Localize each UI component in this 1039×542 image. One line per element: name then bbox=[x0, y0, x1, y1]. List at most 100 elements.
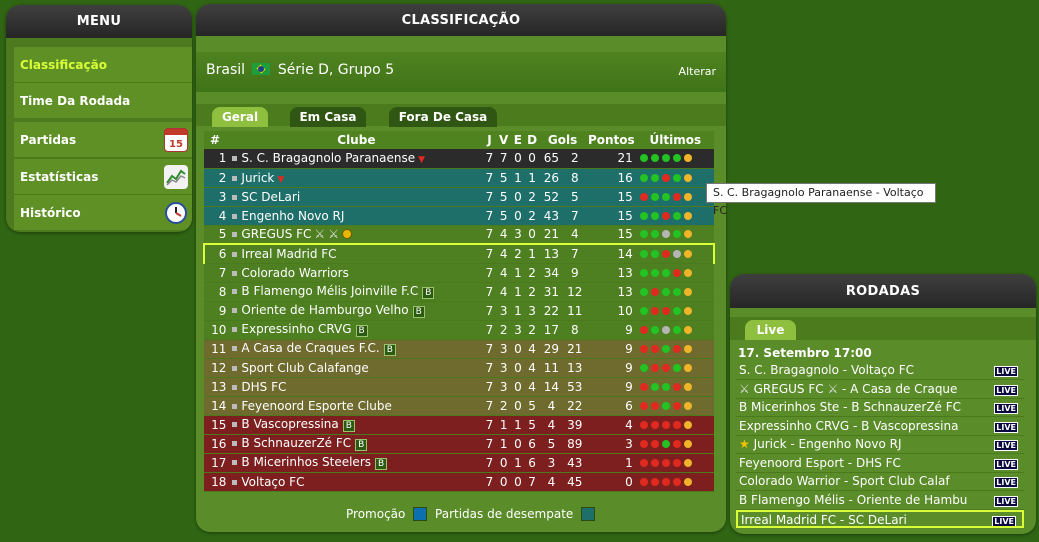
menu-item-label: Partidas bbox=[20, 133, 77, 147]
club-name[interactable]: Colorado Warriors bbox=[241, 266, 348, 280]
club-cell[interactable]: A Casa de Craques F.C. B bbox=[230, 339, 483, 359]
club-name[interactable]: Voltaço FC bbox=[241, 475, 304, 489]
table-row[interactable]: 10 Expressinho CRVG B 7 2 3 2 17 8 9 bbox=[204, 320, 714, 340]
club-name[interactable]: Sport Club Calafange bbox=[241, 361, 368, 375]
menu-item-time-da-rodada[interactable]: Time Da Rodada bbox=[14, 83, 192, 119]
table-row[interactable]: 2 Jurick ▼ 7 5 1 1 26 8 16 bbox=[204, 168, 714, 188]
club-name[interactable]: S. C. Bragagnolo Paranaense bbox=[241, 151, 415, 165]
club-cell[interactable]: B Flamengo Mélis Joinville F.C B bbox=[230, 282, 483, 302]
live-badge[interactable]: LIVE bbox=[994, 458, 1018, 470]
form-dot bbox=[684, 401, 693, 410]
club-cell[interactable]: Engenho Novo RJ bbox=[230, 206, 483, 226]
club-cell[interactable]: B Vascopressina B bbox=[230, 415, 483, 435]
live-badge[interactable]: LIVE bbox=[994, 440, 1018, 451]
played: 7 bbox=[482, 358, 497, 378]
match-row[interactable]: Expressinho CRVG - B Vascopressina LIVE bbox=[736, 418, 1024, 436]
live-badge[interactable]: LIVE bbox=[994, 384, 1018, 396]
table-row[interactable]: 14 Feyenoord Esporte Clube 7 2 0 5 4 22 6 bbox=[204, 396, 714, 416]
table-row[interactable]: 13 DHS FC 7 3 0 4 14 53 9 bbox=[204, 377, 714, 397]
live-badge[interactable]: LIVE bbox=[994, 366, 1018, 377]
club-cell[interactable]: Expressinho CRVG B bbox=[230, 320, 483, 340]
table-row[interactable]: 3 SC DeLari 7 5 0 2 52 5 15 bbox=[204, 187, 714, 207]
table-row[interactable]: 4 Engenho Novo RJ 7 5 0 2 43 7 15 bbox=[204, 206, 714, 226]
recent-form bbox=[636, 225, 714, 245]
match-row[interactable]: B Flamengo Mélis - Oriente de Hambu LIVE bbox=[736, 492, 1024, 510]
club-cell[interactable]: Irreal Madrid FC bbox=[230, 243, 483, 264]
menu-item-partidas[interactable]: Partidas 15 bbox=[14, 122, 192, 158]
club-name[interactable]: B Micerinhos Steelers bbox=[241, 455, 371, 469]
table-row[interactable]: 9 Oriente de Hamburgo Velho B 7 3 1 3 22 11 10 bbox=[204, 301, 714, 321]
alterar-link[interactable]: Alterar bbox=[679, 65, 716, 78]
club-cell[interactable]: GREGUS FC ⚔ ⚔ bbox=[230, 225, 483, 245]
form-dot bbox=[640, 439, 649, 448]
position: 18 bbox=[204, 472, 231, 492]
table-row[interactable]: 18 Voltaço FC 7 0 0 7 4 45 0 bbox=[204, 472, 714, 492]
recent-form bbox=[636, 206, 714, 226]
legend: Promoção Partidas de desempate bbox=[346, 507, 599, 521]
tab-geral[interactable]: Geral bbox=[212, 107, 268, 127]
menu-item-historico[interactable]: Histórico bbox=[14, 195, 192, 231]
match-row[interactable]: ★ Jurick - Engenho Novo RJ LIVE bbox=[736, 436, 1024, 454]
club-cell[interactable]: B Micerinhos Steelers B bbox=[230, 453, 483, 473]
club-name[interactable]: Irreal Madrid FC bbox=[241, 247, 336, 261]
club-name[interactable]: Engenho Novo RJ bbox=[241, 209, 344, 223]
match-row[interactable]: ⚔ GREGUS FC ⚔ - A Casa de Craque LIVE bbox=[736, 381, 1024, 399]
club-name[interactable]: A Casa de Craques F.C. bbox=[241, 341, 379, 355]
club-name[interactable]: Jurick bbox=[241, 171, 274, 185]
goals-against: 22 bbox=[563, 396, 586, 416]
club-cell[interactable]: Jurick ▼ bbox=[230, 168, 483, 188]
club-cell[interactable]: B SchnauzerZé FC B bbox=[230, 434, 483, 454]
match-text: Jurick - Engenho Novo RJ bbox=[753, 437, 902, 451]
goals-for: 4 bbox=[539, 472, 564, 492]
club-cell[interactable]: DHS FC bbox=[230, 377, 483, 397]
club-cell[interactable]: S. C. Bragagnolo Paranaense ▼ bbox=[230, 149, 483, 169]
live-badge[interactable]: LIVE bbox=[994, 495, 1018, 507]
live-badge[interactable]: LIVE bbox=[994, 421, 1018, 433]
match-row[interactable]: Colorado Warrior - Sport Club Calaf LIVE bbox=[736, 473, 1024, 491]
menu-item-classificacao[interactable]: Classificação bbox=[14, 47, 192, 83]
tab-live[interactable]: Live bbox=[745, 320, 796, 340]
goals-against: 7 bbox=[563, 243, 586, 264]
table-row[interactable]: 8B Flamengo Mélis Joinville F.C B 7 4 1 2 31 12… bbox=[204, 282, 714, 302]
club-name[interactable]: B SchnauzerZé FC bbox=[241, 436, 351, 450]
match-row[interactable]: Feyenoord Esport - DHS FC LIVE bbox=[736, 455, 1024, 473]
menu-item-estatisticas[interactable]: Estatísticas bbox=[14, 159, 192, 195]
won: 5 bbox=[496, 187, 511, 207]
club-cell[interactable]: Oriente de Hamburgo Velho B bbox=[230, 301, 483, 321]
form-dot bbox=[673, 477, 682, 486]
table-row[interactable]: 12 Sport Club Calafange 7 3 0 4 11 13 9 bbox=[204, 358, 714, 378]
tab-fora-de-casa[interactable]: Fora De Casa bbox=[389, 107, 497, 127]
club-name[interactable]: B Flamengo Mélis Joinville F.C bbox=[241, 284, 418, 298]
table-row[interactable]: 1 S. C. Bragagnolo Paranaense ▼ 7 7 0 0 65 2 21 bbox=[204, 149, 714, 169]
club-name[interactable]: DHS FC bbox=[241, 380, 286, 394]
live-badge[interactable]: LIVE bbox=[994, 477, 1018, 488]
club-name[interactable]: GREGUS FC bbox=[241, 227, 311, 241]
match-row[interactable]: B Micerinhos Ste - B SchnauzerZé FC LIVE bbox=[736, 399, 1024, 417]
table-row[interactable]: 16 B SchnauzerZé FC B 7 1 0 6 5 89 3 bbox=[204, 434, 714, 454]
club-cell[interactable]: Sport Club Calafange bbox=[230, 358, 483, 378]
table-row[interactable]: 11 A Casa de Craques F.C. B 7 3 0 4 29 21 9 bbox=[204, 339, 714, 359]
club-name[interactable]: B Vascopressina bbox=[241, 417, 338, 431]
table-row[interactable]: 7 Colorado Warriors 7 4 1 2 34 9 13 bbox=[204, 263, 714, 283]
live-badge[interactable]: LIVE bbox=[994, 403, 1018, 414]
club-cell[interactable]: SC DeLari bbox=[230, 187, 483, 207]
club-name[interactable]: Feyenoord Esporte Clube bbox=[241, 399, 392, 413]
live-badge[interactable]: LIVE bbox=[992, 516, 1016, 526]
match-row[interactable]: Irreal Madrid FC - SC DeLari LIVE bbox=[736, 510, 1024, 528]
table-row[interactable]: 5 GREGUS FC ⚔ ⚔ 7 4 3 0 21 4 15 bbox=[204, 225, 714, 245]
club-cell[interactable]: Colorado Warriors bbox=[230, 263, 483, 283]
table-row[interactable]: 6 Irreal Madrid FC 7 4 2 1 13 7 14 bbox=[202, 243, 716, 264]
club-name[interactable]: Expressinho CRVG bbox=[241, 322, 351, 336]
form-dot bbox=[684, 249, 693, 258]
tab-em-casa[interactable]: Em Casa bbox=[290, 107, 366, 127]
club-name[interactable]: SC DeLari bbox=[241, 190, 300, 204]
table-row[interactable]: 15 B Vascopressina B 7 1 1 5 4 39 4 bbox=[204, 415, 714, 435]
club-name[interactable]: Oriente de Hamburgo Velho bbox=[241, 303, 408, 317]
club-cell[interactable]: Feyenoord Esporte Clube bbox=[230, 396, 483, 416]
match-row[interactable]: S. C. Bragagnolo - Voltaço FC LIVE bbox=[736, 362, 1024, 380]
table-row[interactable]: 17 B Micerinhos Steelers B 7 0 1 6 3 43 1 bbox=[204, 453, 714, 473]
lost: 4 bbox=[525, 339, 540, 359]
club-cell[interactable]: Voltaço FC bbox=[230, 472, 483, 492]
won: 3 bbox=[496, 301, 511, 321]
team-square-icon bbox=[232, 213, 238, 219]
